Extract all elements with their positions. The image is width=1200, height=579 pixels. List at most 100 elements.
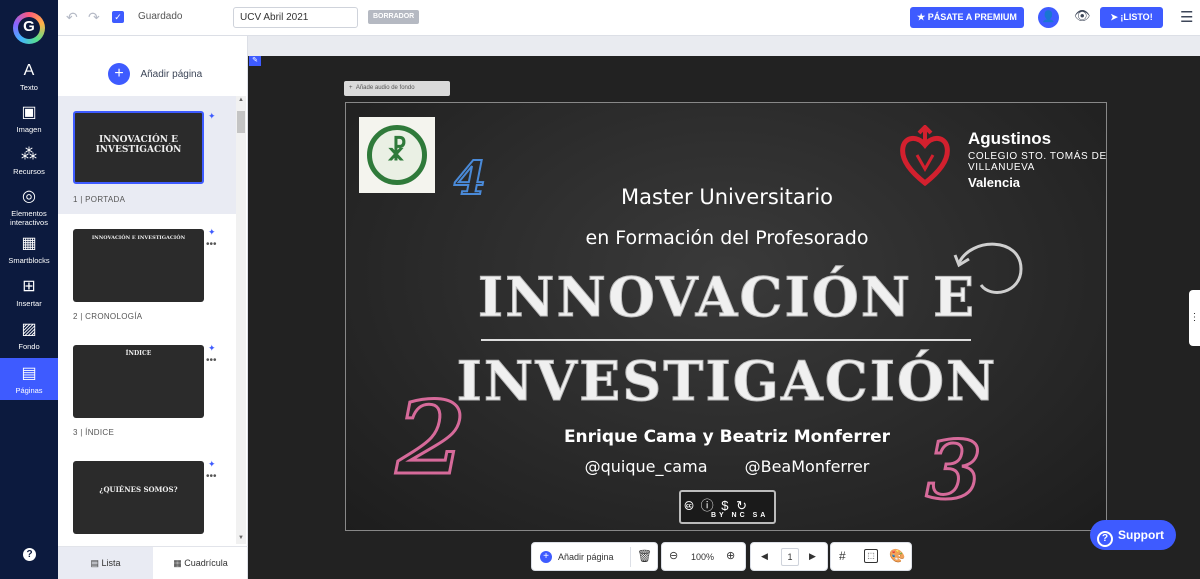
pin-icon[interactable]: ✎: [249, 56, 261, 66]
zoom-out-icon[interactable]: ⊖: [669, 549, 678, 562]
magic-wand-icon[interactable]: ✦: [208, 111, 216, 122]
more-options-icon[interactable]: •••: [206, 471, 217, 482]
page-thumbnails: INNOVACIÓN E INVESTIGACIÓN ✦ 1 | PORTADA…: [58, 96, 236, 546]
add-page-toolbar: + Añadir página 🗑: [531, 542, 658, 571]
tab-grid[interactable]: ▦ Cuadrícula: [153, 547, 248, 579]
rail-item-smartblocks[interactable]: ▦ Smartblocks: [0, 235, 58, 265]
thumbnail-image: ¿QUIÉNES SOMOS?: [73, 461, 204, 534]
agustinos-heart-logo[interactable]: [899, 125, 951, 189]
draft-badge: BORRADOR: [368, 10, 420, 24]
title-line-1[interactable]: INNOVACIÓN E: [346, 265, 1106, 330]
pages-panel: + Añadir página INNOVACIÓN E INVESTIGACI…: [58, 36, 248, 579]
undo-icon[interactable]: ↶: [66, 9, 78, 26]
thumbnail-text: INNOVACIÓN E INVESTIGACIÓN: [95, 135, 182, 155]
scroll-up-icon[interactable]: ▲: [236, 97, 246, 103]
master-line[interactable]: Master Universitario: [346, 185, 1106, 209]
rail-item-interactive[interactable]: ◎ Elementos interactivos: [0, 188, 58, 227]
school-name: Agustinos: [968, 129, 1052, 148]
magic-wand-icon[interactable]: ✦: [208, 459, 216, 470]
rail-item-insert[interactable]: ⊞ Insertar: [0, 278, 58, 308]
add-page-bottom-label[interactable]: Añadir página: [558, 552, 614, 562]
page-number-field[interactable]: 1: [781, 548, 799, 566]
help-icon[interactable]: ?: [23, 548, 36, 561]
genially-logo[interactable]: G: [13, 12, 45, 44]
editor-canvas[interactable]: ✎ + Añade audio de fondo ☧ Agustinos COL…: [248, 56, 1200, 579]
text-icon: A: [23, 62, 35, 79]
thumbnail-text: INNOVACIÓN E INVESTIGACIÓN: [91, 235, 186, 241]
view-tools: # ⬚ 🎨: [830, 542, 912, 571]
tab-grid-label: Cuadrícula: [184, 558, 228, 568]
page-label: 3 | ÍNDICE: [73, 428, 115, 437]
zoom-in-icon[interactable]: ⊕: [726, 549, 735, 562]
redo-icon[interactable]: ↷: [88, 9, 100, 26]
rail-item-label: Texto: [20, 83, 38, 92]
top-toolbar: ↶ ↷ ✓ Guardado BORRADOR ★ PÁSATE A PREMI…: [58, 0, 1200, 36]
premium-button[interactable]: ★ PÁSATE A PREMIUM: [910, 7, 1024, 28]
saved-status: Guardado: [138, 11, 183, 22]
add-icon[interactable]: +: [540, 551, 552, 563]
rail-item-label: Smartblocks: [8, 256, 50, 265]
ready-button[interactable]: ➤ ¡LISTO!: [1100, 7, 1163, 28]
prev-page-icon[interactable]: ◀: [761, 551, 768, 562]
rail-item-image[interactable]: ▣ Imagen: [0, 104, 58, 134]
rail-item-pages[interactable]: ▤ Páginas: [0, 358, 58, 400]
rail-item-text[interactable]: A Texto: [0, 62, 58, 92]
safe-area-icon[interactable]: ⬚: [864, 549, 878, 563]
handle-1: @quique_cama: [584, 457, 708, 476]
page-navigator: ◀ 1 ▶: [750, 542, 828, 571]
chalk-divider: [481, 339, 971, 341]
grid-icon[interactable]: #: [839, 549, 846, 563]
background-audio-button[interactable]: + Añade audio de fondo: [344, 81, 450, 96]
scroll-down-icon[interactable]: ▼: [236, 535, 246, 541]
rail-item-label: Fondo: [18, 342, 40, 351]
menu-icon[interactable]: ☰: [1180, 8, 1193, 26]
support-label: Support: [1118, 528, 1164, 542]
page-label: 2 | CRONOLOGÍA: [73, 312, 143, 321]
rail-item-label: Imagen: [16, 125, 42, 134]
support-button[interactable]: ? Support: [1090, 520, 1176, 550]
thumbnail-text: ÍNDICE: [125, 350, 152, 357]
magic-wand-icon[interactable]: ✦: [208, 227, 216, 238]
next-page-icon[interactable]: ▶: [809, 551, 816, 562]
rail-item-label: Elementos interactivos: [10, 209, 48, 227]
school-subtitle: COLEGIO STO. TOMÁS DE VILLANUEVA: [968, 151, 1107, 173]
help-circle-icon: ?: [1097, 531, 1113, 547]
scrollbar-thumb[interactable]: [237, 111, 245, 133]
creative-commons-badge[interactable]: 🅭 ⓘ $ ↻ BY NC SA: [679, 490, 776, 524]
view-mode-tabs: ▤ Lista ▦ Cuadrícula: [58, 546, 248, 579]
side-panel-handle-icon[interactable]: ⋮: [1189, 290, 1200, 346]
ucv-logo[interactable]: ☧: [359, 117, 435, 193]
add-page-button[interactable]: + Añadir página: [108, 63, 202, 85]
slide[interactable]: ☧ Agustinos COLEGIO STO. TOMÁS DE VILLAN…: [345, 102, 1107, 531]
resources-icon: ⁂: [21, 146, 37, 163]
more-options-icon[interactable]: •••: [206, 355, 217, 366]
zoom-value: 100%: [691, 552, 715, 562]
rail-item-label: Recursos: [13, 167, 45, 176]
handles-line[interactable]: @quique_cama @BeaMonferrer: [346, 457, 1106, 476]
rail-item-resources[interactable]: ⁂ Recursos: [0, 146, 58, 176]
authors-line[interactable]: Enrique Cama y Beatriz Monferrer: [346, 427, 1106, 447]
pages-scrollbar[interactable]: ▲ ▼: [236, 96, 246, 544]
page-thumbnail-3[interactable]: ÍNDICE ✦ ••• 3 | ÍNDICE: [58, 330, 236, 446]
rail-item-background[interactable]: ▨ Fondo: [0, 321, 58, 351]
left-rail: G A Texto ▣ Imagen ⁂ Recursos ◎ Elemento…: [0, 0, 58, 579]
handle-2: @BeaMonferrer: [744, 457, 870, 476]
page-thumbnail-2[interactable]: INNOVACIÓN E INVESTIGACIÓN ✦ ••• 2 | CRO…: [58, 214, 236, 330]
audio-label: Añade audio de fondo: [355, 85, 415, 91]
page-thumbnail-4[interactable]: ¿QUIÉNES SOMOS? ✦ •••: [58, 446, 236, 546]
page-thumbnail-1[interactable]: INNOVACIÓN E INVESTIGACIÓN ✦ 1 | PORTADA: [58, 96, 236, 214]
preview-icon[interactable]: 👁: [1074, 8, 1091, 24]
palette-icon[interactable]: 🎨: [889, 548, 905, 564]
pages-icon: ▤: [21, 365, 37, 382]
more-options-icon[interactable]: •••: [206, 239, 217, 250]
thumbnail-text: ¿QUIÉNES SOMOS?: [99, 485, 178, 494]
trash-icon[interactable]: 🗑: [637, 549, 652, 563]
page-label: 1 | PORTADA: [73, 195, 126, 204]
rail-item-label: Páginas: [15, 386, 43, 395]
smartblocks-icon: ▦: [21, 235, 37, 252]
cc-terms: BY NC SA: [711, 512, 769, 519]
magic-wand-icon[interactable]: ✦: [208, 343, 216, 354]
tab-list[interactable]: ▤ Lista: [58, 547, 153, 579]
project-title-input[interactable]: [233, 7, 358, 28]
add-collaborator-icon[interactable]: 👤: [1038, 7, 1059, 28]
